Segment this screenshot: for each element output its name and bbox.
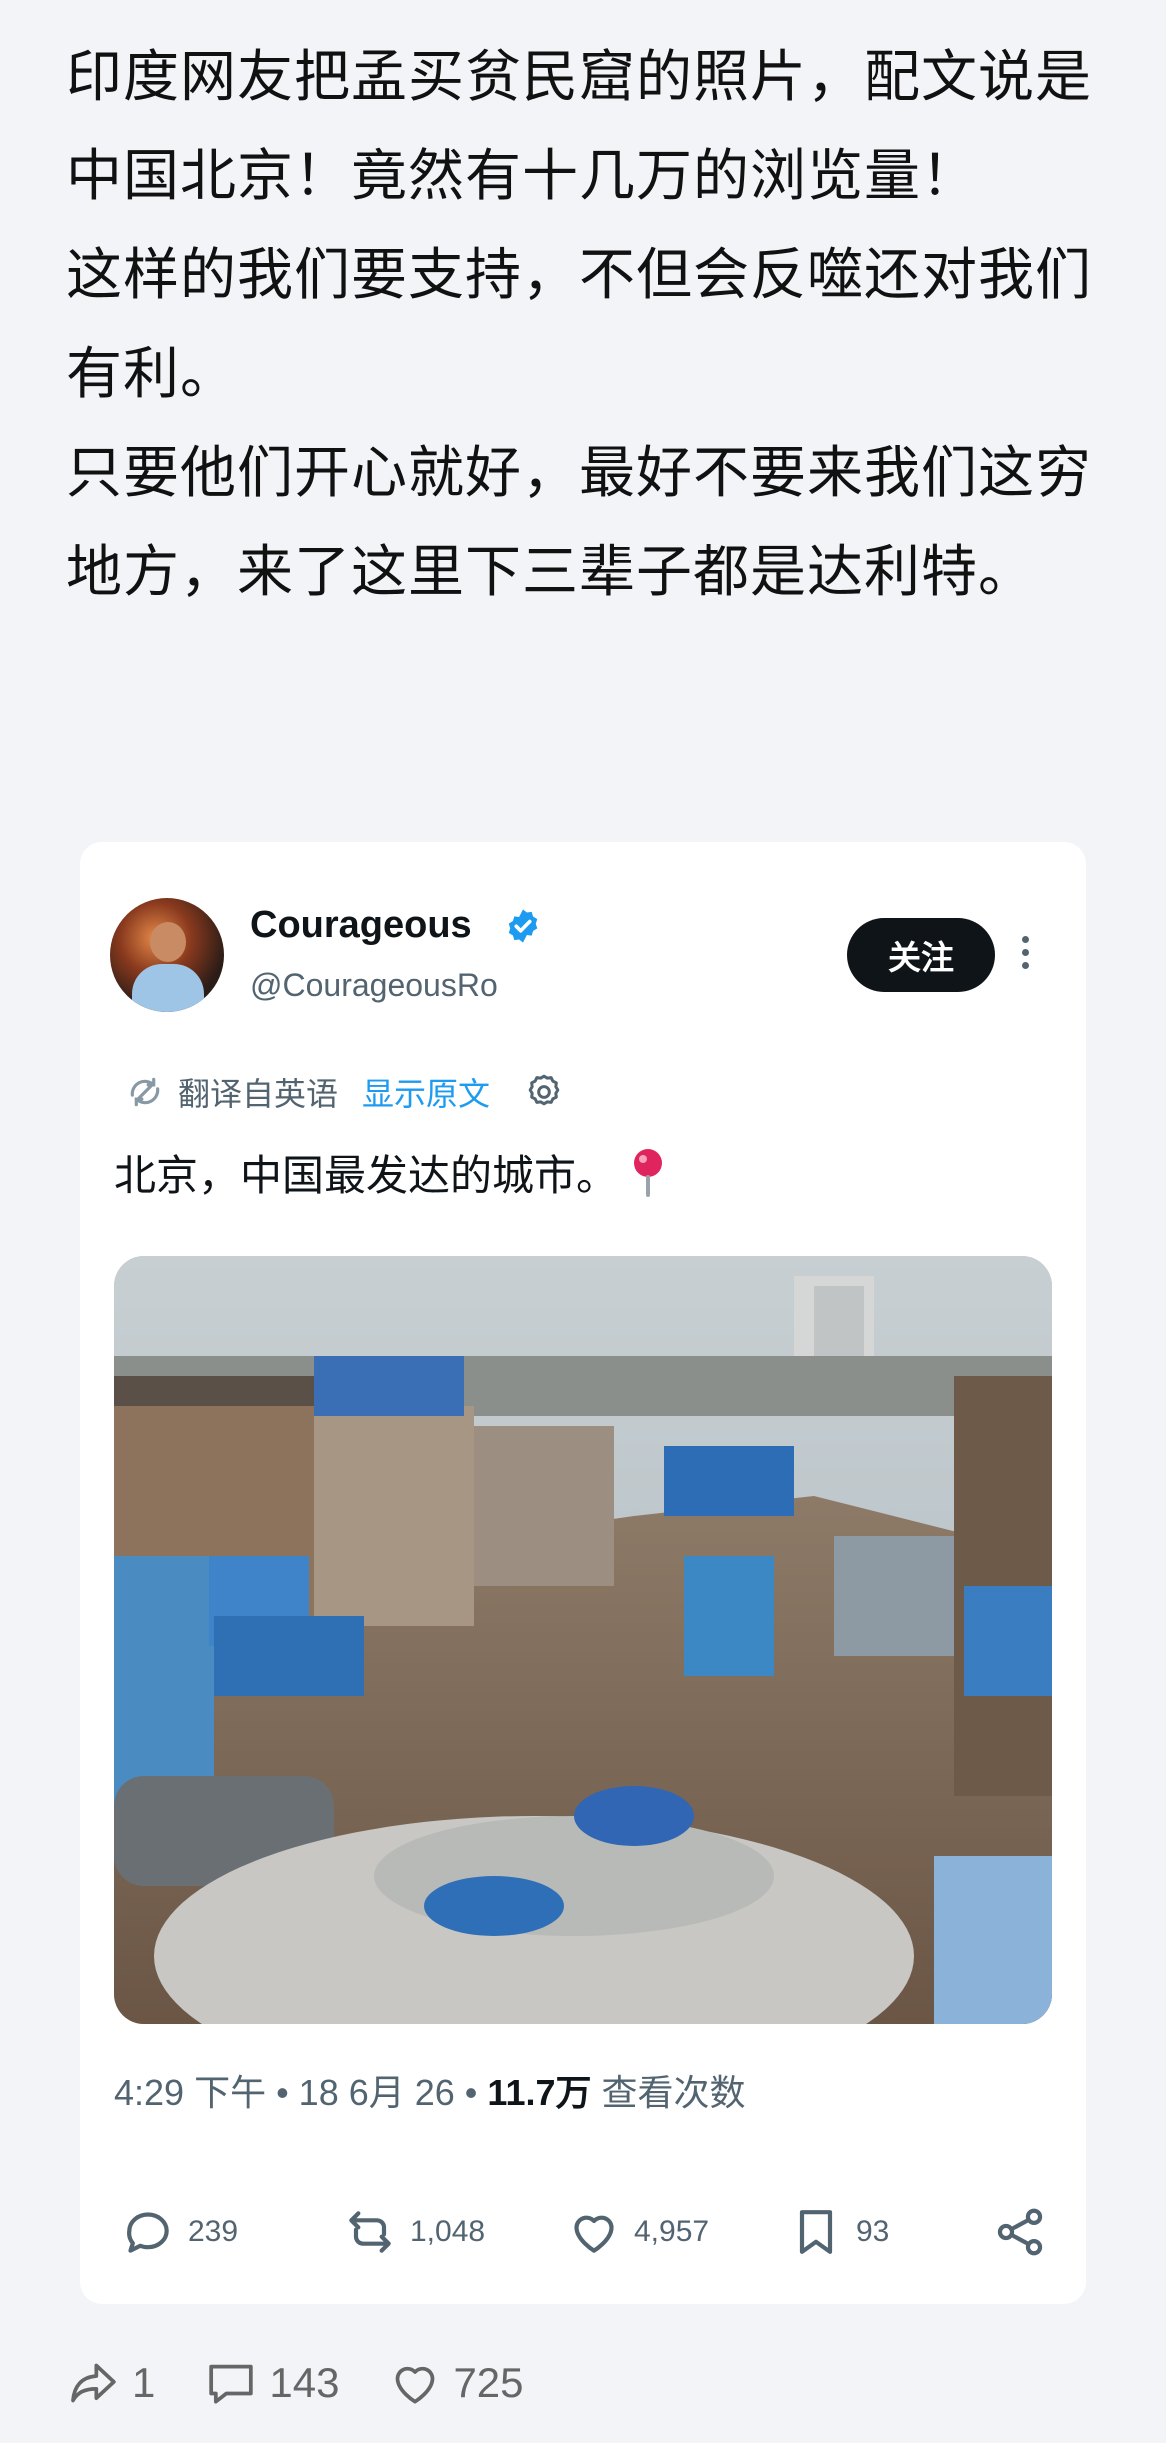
tweet-body: 北京，中国最发达的城市。 — [114, 1151, 619, 1200]
retweet-button[interactable]: 1,048 — [342, 2202, 485, 2262]
footer-comment-count: 143 — [269, 2359, 340, 2406]
footer-share-button[interactable]: 1 — [66, 2355, 155, 2411]
translate-icon — [130, 1077, 160, 1107]
translation-bar: 翻译自英语 显示原文 — [126, 1070, 564, 1114]
bookmark-count: 93 — [856, 2215, 890, 2248]
footer-comment-button[interactable]: 143 — [203, 2355, 339, 2411]
post-paragraph-2: 这样的我们要支持，不但会反噬还对我们有利。 — [66, 243, 1092, 407]
post-paragraph-3: 只要他们开心就好，最好不要来我们这穷地方，来了这里下三辈子都是达利特。 — [66, 441, 1092, 605]
show-original-link[interactable]: 显示原文 — [362, 1069, 490, 1115]
display-name[interactable]: Courageous — [250, 904, 472, 947]
post-footer-stats: 1 143 725 — [66, 2352, 572, 2414]
view-count: 11.7万 — [487, 2072, 592, 2113]
footer-share-count: 1 — [132, 2359, 156, 2406]
pin-icon — [634, 1148, 663, 1197]
more-options-icon[interactable] — [1020, 936, 1030, 976]
user-handle[interactable]: @CourageousRo — [250, 967, 498, 1004]
footer-like-button[interactable]: 725 — [387, 2355, 524, 2411]
tweet-meta: 4:29 下午 • 18 6月 26 • 11.7万 查看次数 — [114, 2064, 746, 2116]
follow-button[interactable]: 关注 — [847, 918, 995, 992]
tweet-photo[interactable] — [114, 1256, 1052, 2024]
post-paragraph-1: 印度网友把孟买贫民窟的照片，配文说是中国北京！竟然有十几万的浏览量！ — [66, 45, 1092, 209]
footer-like-count: 725 — [453, 2359, 524, 2406]
views-label: 查看次数 — [591, 2072, 746, 2113]
verified-badge-icon — [508, 909, 538, 943]
tweet-text: 北京，中国最发达的城市。 — [114, 1142, 668, 1203]
tweet-actions: 239 1,048 4,957 93 — [120, 2202, 1060, 2262]
gear-icon[interactable] — [524, 1072, 564, 1112]
post-text: 印度网友把孟买贫民窟的照片，配文说是中国北京！竟然有十几万的浏览量！ 这样的我们… — [66, 28, 1106, 622]
share-button[interactable] — [992, 2202, 1048, 2262]
reply-button[interactable]: 239 — [120, 2202, 238, 2262]
retweet-icon — [349, 2211, 391, 2253]
tweet-timestamp[interactable]: 4:29 下午 • 18 6月 26 • — [114, 2072, 487, 2113]
bookmark-icon — [799, 2210, 833, 2254]
comment-icon — [209, 2364, 254, 2404]
reply-icon — [127, 2212, 169, 2253]
reply-count: 239 — [188, 2215, 239, 2248]
retweet-count: 1,048 — [410, 2215, 486, 2248]
heart-icon — [396, 2366, 435, 2404]
share-icon — [997, 2208, 1043, 2256]
avatar[interactable] — [110, 898, 224, 1012]
like-count: 4,957 — [634, 2215, 710, 2248]
embedded-tweet-card[interactable]: Courageous @CourageousRo 关注 翻译自英语 显示原文 北… — [80, 842, 1086, 2304]
like-icon — [574, 2215, 614, 2253]
like-button[interactable]: 4,957 — [566, 2202, 709, 2262]
forward-icon — [71, 2363, 116, 2403]
bookmark-button[interactable]: 93 — [788, 2202, 889, 2262]
translated-from-label: 翻译自英语 — [178, 1075, 339, 1113]
